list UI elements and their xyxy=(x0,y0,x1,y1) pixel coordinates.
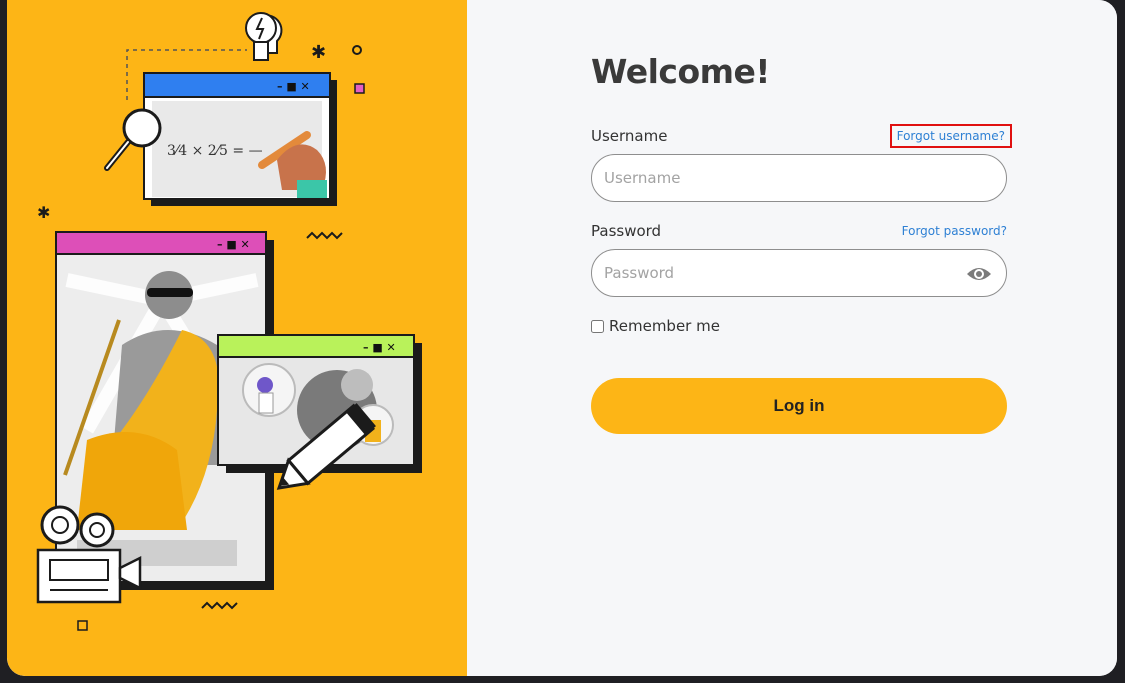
password-field-wrapper xyxy=(591,249,1007,297)
svg-text:– ■ ✕: – ■ ✕ xyxy=(217,238,250,251)
password-input[interactable] xyxy=(604,250,994,296)
svg-text:3⁄4 × 2⁄5 = —: 3⁄4 × 2⁄5 = — xyxy=(167,143,263,159)
login-form: Welcome! Username Forgot username? Passw… xyxy=(591,52,1013,434)
username-label-row: Username Forgot username? xyxy=(591,124,1013,148)
illustration-panel: ✱ ✱ – ■ ✕ 3⁄4 × 2⁄5 = — – ■ ✕ – ■ ✕ xyxy=(7,0,467,676)
svg-text:– ■ ✕: – ■ ✕ xyxy=(363,341,396,354)
eye-icon[interactable] xyxy=(966,263,992,285)
password-label-row: Password Forgot password? xyxy=(591,220,1007,242)
lightbulb-icon xyxy=(245,12,283,61)
username-field-wrapper xyxy=(591,154,1007,202)
username-label: Username xyxy=(591,127,668,145)
svg-text:– ■ ✕: – ■ ✕ xyxy=(277,80,310,93)
page-title: Welcome! xyxy=(591,52,770,91)
username-input[interactable] xyxy=(604,155,994,201)
remember-me-checkbox[interactable] xyxy=(591,319,604,333)
remember-me-label: Remember me xyxy=(609,317,720,335)
education-illustration: ✱ ✱ – ■ ✕ 3⁄4 × 2⁄5 = — – ■ ✕ – ■ ✕ xyxy=(36,12,422,631)
login-button[interactable]: Log in xyxy=(591,378,1007,434)
remember-me-row[interactable]: Remember me xyxy=(591,317,1007,335)
forgot-username-link[interactable]: Forgot username? xyxy=(889,124,1013,148)
svg-text:✱: ✱ xyxy=(37,203,50,222)
login-form-panel: Welcome! Username Forgot username? Passw… xyxy=(467,0,1117,676)
password-label: Password xyxy=(591,222,662,240)
svg-text:✱: ✱ xyxy=(311,42,326,63)
login-page: ✱ ✱ – ■ ✕ 3⁄4 × 2⁄5 = — – ■ ✕ – ■ ✕ Welc… xyxy=(7,0,1117,676)
forgot-password-link[interactable]: Forgot password? xyxy=(902,224,1007,238)
